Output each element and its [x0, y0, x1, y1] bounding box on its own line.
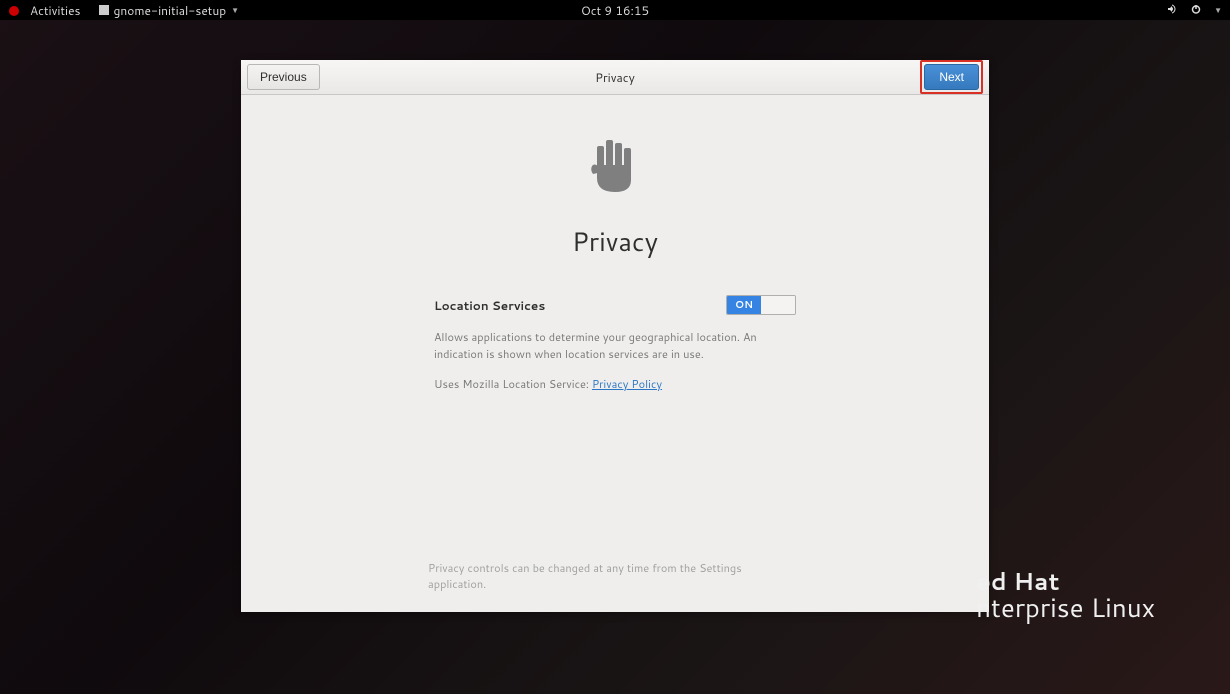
- footer-note: Privacy controls can be changed at any t…: [428, 560, 802, 592]
- dialog-header: Previous Privacy Next: [241, 60, 989, 95]
- top-bar: Activities gnome-initial-setup ▼ Oct 9 1…: [0, 0, 1230, 20]
- chevron-down-icon: ▼: [1214, 4, 1222, 16]
- dialog-body: Privacy Location Services ON Allows appl…: [241, 95, 989, 612]
- next-button-highlight: Next: [920, 60, 983, 94]
- redhat-logo-icon: [8, 4, 20, 16]
- brand-watermark: ed Hat nterprise Linux: [976, 569, 1155, 624]
- clock[interactable]: Oct 9 16:15: [581, 2, 649, 19]
- app-menu-label: gnome-initial-setup: [114, 2, 227, 19]
- activities-button[interactable]: Activities: [30, 2, 81, 19]
- app-window-icon: [99, 5, 109, 15]
- location-services-description: Allows applications to determine your ge…: [434, 329, 796, 362]
- chevron-down-icon: ▼: [231, 4, 239, 16]
- toggle-handle: [761, 296, 795, 314]
- power-icon[interactable]: [1190, 2, 1202, 19]
- volume-icon[interactable]: [1166, 2, 1178, 19]
- topbar-left: Activities gnome-initial-setup ▼: [8, 2, 239, 19]
- header-title: Privacy: [595, 69, 635, 86]
- next-button[interactable]: Next: [924, 64, 979, 90]
- app-menu[interactable]: gnome-initial-setup ▼: [99, 2, 240, 19]
- privacy-hand-icon: [580, 130, 650, 206]
- privacy-policy-link[interactable]: Privacy Policy: [592, 376, 662, 392]
- page-title: Privacy: [572, 224, 658, 260]
- mozilla-prefix: Uses Mozilla Location Service:: [434, 376, 592, 392]
- toggle-on-label: ON: [727, 296, 761, 314]
- location-services-row: Location Services ON: [434, 295, 796, 315]
- location-services-label: Location Services: [434, 297, 545, 314]
- location-services-toggle[interactable]: ON: [726, 295, 796, 315]
- brand-line-2: nterprise Linux: [976, 593, 1155, 624]
- previous-button[interactable]: Previous: [247, 64, 320, 90]
- mozilla-notice: Uses Mozilla Location Service: Privacy P…: [434, 376, 796, 392]
- initial-setup-dialog: Previous Privacy Next Privacy Location S…: [241, 60, 989, 612]
- content-section: Location Services ON Allows applications…: [434, 295, 796, 392]
- system-tray[interactable]: ▼: [1166, 2, 1222, 19]
